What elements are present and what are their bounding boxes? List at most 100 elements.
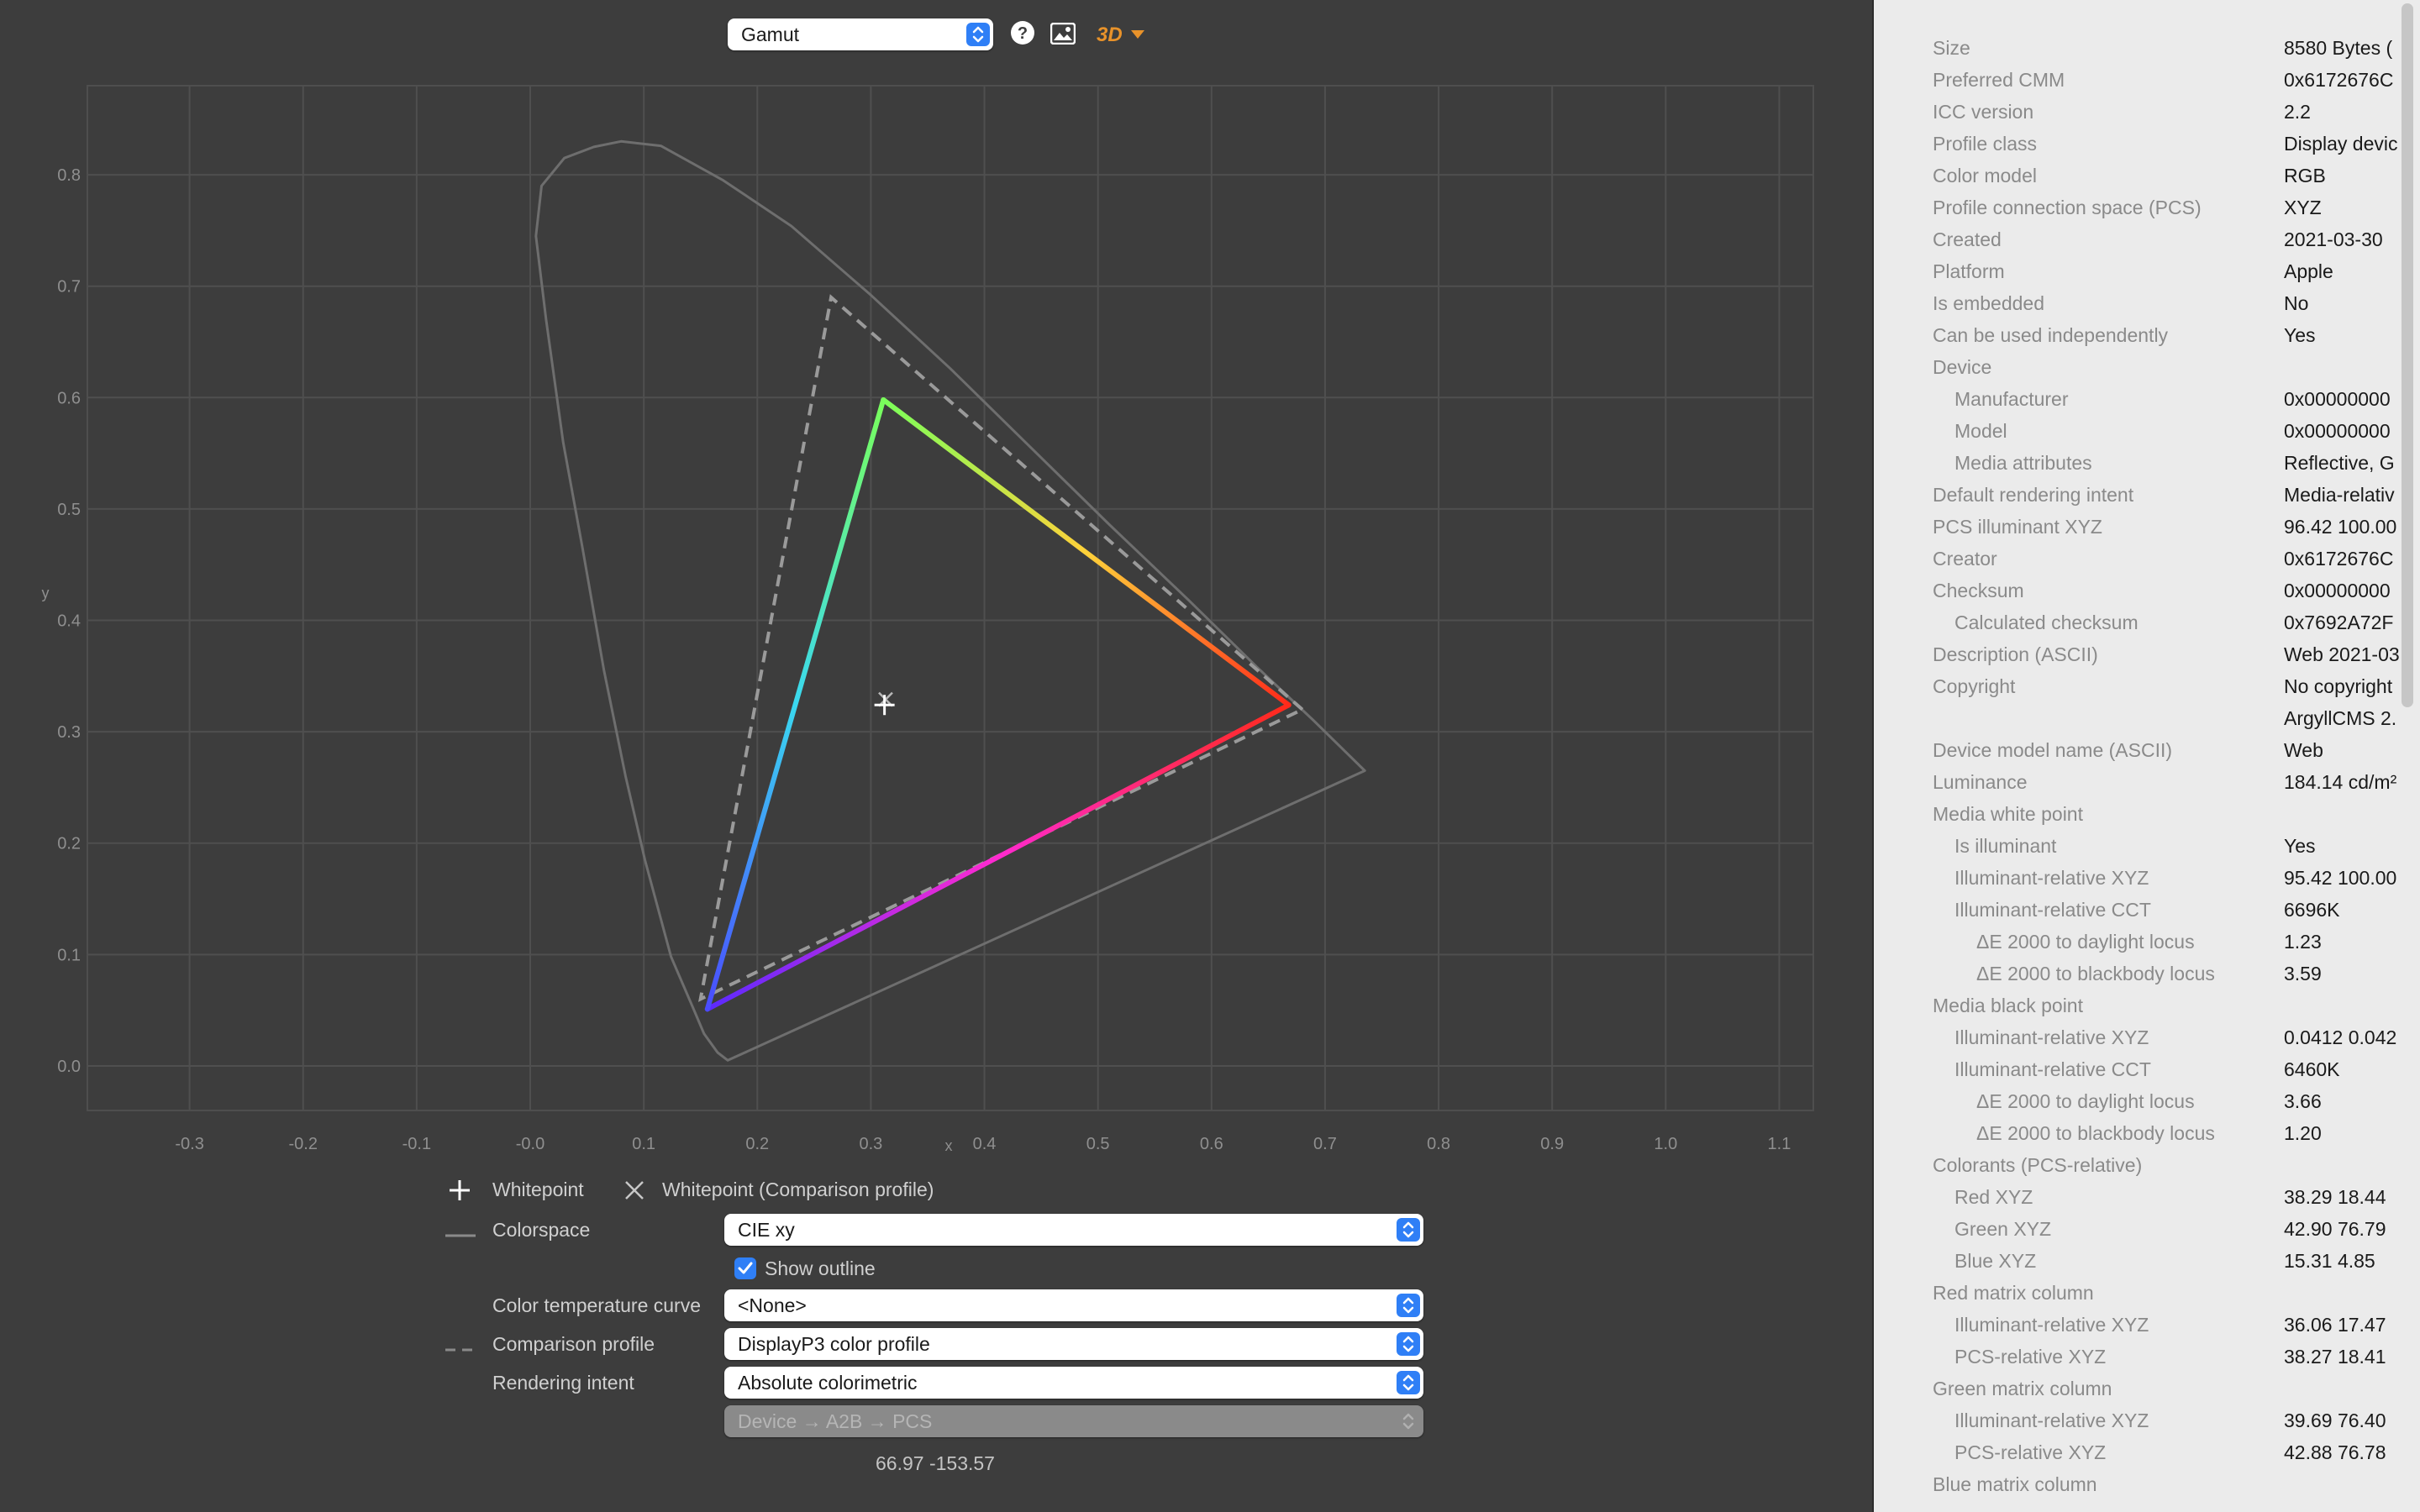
comparison-dashed-line-icon	[445, 1341, 476, 1357]
x-tick-label: 1.1	[1768, 1135, 1791, 1153]
cursor-readout: 66.97 -153.57	[876, 1452, 995, 1474]
help-icon[interactable]: ?	[1010, 20, 1035, 50]
property-row[interactable]: PCS-relative XYZ 38.27 18.41	[1874, 1341, 2420, 1373]
property-row[interactable]: Colorants (PCS-relative)	[1874, 1149, 2420, 1181]
property-row[interactable]: Is illuminant Yes	[1874, 830, 2420, 862]
property-row[interactable]: ArgyllCMS 2.	[1874, 702, 2420, 734]
property-row[interactable]: Can be used independently Yes	[1874, 319, 2420, 351]
property-row[interactable]: PCS illuminant XYZ 96.42 100.00	[1874, 511, 2420, 543]
gamut-chart[interactable]: -0.3 -0.2 -0.1 -0.0 0.1 0.2 0.3 0.4 0.5 0.6 0.7 0.8…	[0, 0, 1872, 1176]
property-row[interactable]: Size 8580 Bytes (	[1874, 32, 2420, 64]
property-row[interactable]: Blue XYZ 15.31 4.85	[1874, 1245, 2420, 1277]
property-row[interactable]: Description (ASCII) Web 2021-03	[1874, 638, 2420, 670]
property-row[interactable]: Platform Apple	[1874, 255, 2420, 287]
property-value: 6696K	[2284, 899, 2340, 921]
property-row[interactable]: ΔE 2000 to blackbody locus 3.59	[1874, 958, 2420, 990]
property-key: Model	[1954, 420, 2007, 442]
property-row[interactable]: Red XYZ 38.29 18.44	[1874, 1181, 2420, 1213]
property-key: Colorants (PCS-relative)	[1933, 1154, 2143, 1176]
property-row[interactable]: Profile connection space (PCS) XYZ	[1874, 192, 2420, 223]
plot-frame	[87, 85, 1814, 1111]
property-row[interactable]: ΔE 2000 to blackbody locus 1.20	[1874, 1117, 2420, 1149]
comparison-profile-select[interactable]: DisplayP3 color profile	[724, 1328, 1423, 1360]
property-value: ArgyllCMS 2.	[2284, 707, 2397, 729]
property-key: Illuminant-relative XYZ	[1954, 1410, 2149, 1431]
property-row[interactable]: Is embedded No	[1874, 287, 2420, 319]
profile-properties-panel: Size 8580 Bytes (Preferred CMM 0x6172676C I…	[1874, 0, 2420, 1512]
property-value: Web	[2284, 739, 2323, 761]
property-key: Illuminant-relative XYZ	[1954, 1026, 2149, 1048]
property-key: Creator	[1933, 548, 1997, 570]
property-row[interactable]: Green matrix column	[1874, 1373, 2420, 1404]
property-row[interactable]: Checksum 0x00000000	[1874, 575, 2420, 606]
property-value: Display devic	[2284, 133, 2398, 155]
property-row[interactable]: Created 2021-03-30	[1874, 223, 2420, 255]
view-mode-select[interactable]: Gamut	[728, 18, 993, 50]
comparison-whitepoint-legend-label: Whitepoint (Comparison profile)	[662, 1179, 934, 1200]
property-value: 8580 Bytes (	[2284, 37, 2393, 59]
property-row[interactable]: Illuminant-relative XYZ 39.69 76.40	[1874, 1404, 2420, 1436]
property-value: 0x00000000	[2284, 580, 2391, 601]
property-row[interactable]: Illuminant-relative XYZ 36.06 17.47	[1874, 1309, 2420, 1341]
gamut-edge-red-blue	[704, 702, 1292, 1012]
property-row[interactable]: Illuminant-relative XYZ 0.0412 0.042	[1874, 1021, 2420, 1053]
view-mode-value: Gamut	[741, 24, 800, 45]
property-row[interactable]: Creator 0x6172676C	[1874, 543, 2420, 575]
property-row[interactable]: Color model RGB	[1874, 160, 2420, 192]
property-row[interactable]: Blue matrix column	[1874, 1468, 2420, 1500]
3d-view-icon[interactable]: 3D	[1096, 22, 1148, 51]
property-row[interactable]: ΔE 2000 to daylight locus 1.23	[1874, 926, 2420, 958]
property-row[interactable]: Device	[1874, 351, 2420, 383]
property-row[interactable]: ICC version 2.2	[1874, 96, 2420, 128]
property-key: Red matrix column	[1933, 1282, 2094, 1304]
svg-text:?: ?	[1018, 24, 1028, 43]
property-row[interactable]: Copyright No copyright	[1874, 670, 2420, 702]
colorspace-select[interactable]: CIE xy	[724, 1214, 1423, 1246]
show-outline-checkbox[interactable]	[734, 1257, 756, 1279]
x-axis-ticks: -0.3 -0.2 -0.1 -0.0 0.1 0.2 0.3 0.4 0.5 0.6 0.7 0.8…	[175, 1135, 1791, 1153]
property-row[interactable]: Media black point	[1874, 990, 2420, 1021]
property-key: Red XYZ	[1954, 1186, 2033, 1208]
property-row[interactable]: Model 0x00000000	[1874, 415, 2420, 447]
property-row[interactable]: Profile class Display devic	[1874, 128, 2420, 160]
property-row[interactable]: PCS-relative XYZ 42.88 76.78	[1874, 1436, 2420, 1468]
property-row[interactable]: Preferred CMM 0x6172676C	[1874, 64, 2420, 96]
property-key: ΔE 2000 to daylight locus	[1976, 931, 2195, 953]
property-value: 6460K	[2284, 1058, 2340, 1080]
rendering-intent-select[interactable]: Absolute colorimetric	[724, 1367, 1423, 1399]
property-key: Is embedded	[1933, 292, 2044, 314]
property-row[interactable]: Red matrix column	[1874, 1277, 2420, 1309]
x-tick-label: 0.7	[1313, 1135, 1337, 1153]
property-row[interactable]: Green XYZ 42.90 76.79	[1874, 1213, 2420, 1245]
vertical-scrollbar[interactable]	[2402, 3, 2413, 707]
property-key: Checksum	[1933, 580, 2024, 601]
chevron-updown-icon	[1397, 1294, 1420, 1317]
property-value: Apple	[2284, 260, 2333, 282]
property-value: 1.20	[2284, 1122, 2322, 1144]
property-row[interactable]: Media white point	[1874, 798, 2420, 830]
property-row[interactable]: Illuminant-relative CCT 6696K	[1874, 894, 2420, 926]
color-temperature-select[interactable]: <None>	[724, 1289, 1423, 1321]
property-row[interactable]: ΔE 2000 to daylight locus 3.66	[1874, 1085, 2420, 1117]
property-row[interactable]: Media attributes Reflective, G	[1874, 447, 2420, 479]
property-value: 42.88 76.78	[2284, 1441, 2386, 1463]
colorspace-label: Colorspace	[492, 1219, 591, 1241]
property-row[interactable]: Calculated checksum 0x7692A72F	[1874, 606, 2420, 638]
image-icon[interactable]	[1050, 22, 1076, 49]
property-row[interactable]: Illuminant-relative XYZ 95.42 100.00	[1874, 862, 2420, 894]
property-row[interactable]: Manufacturer 0x00000000	[1874, 383, 2420, 415]
property-row[interactable]: Default rendering intent Media-relativ	[1874, 479, 2420, 511]
spectral-locus-outline	[534, 139, 1366, 1062]
property-row[interactable]: Illuminant-relative CCT 6460K	[1874, 1053, 2420, 1085]
property-value: Web 2021-03	[2284, 643, 2400, 665]
property-key: Illuminant-relative XYZ	[1954, 1314, 2149, 1336]
gamut-view-panel: -0.3 -0.2 -0.1 -0.0 0.1 0.2 0.3 0.4 0.5 0.6 0.7 0.8…	[0, 0, 1872, 1512]
property-row[interactable]: Luminance 184.14 cd/m²	[1874, 766, 2420, 798]
whitepoint-marker	[874, 695, 895, 716]
property-key: Illuminant-relative XYZ	[1954, 867, 2149, 889]
property-row[interactable]: Device model name (ASCII) Web	[1874, 734, 2420, 766]
property-value: 96.42 100.00	[2284, 516, 2397, 538]
y-tick-label: 0.0	[57, 1058, 81, 1076]
property-value: 1.23	[2284, 931, 2322, 953]
property-value: No copyright	[2284, 675, 2393, 697]
